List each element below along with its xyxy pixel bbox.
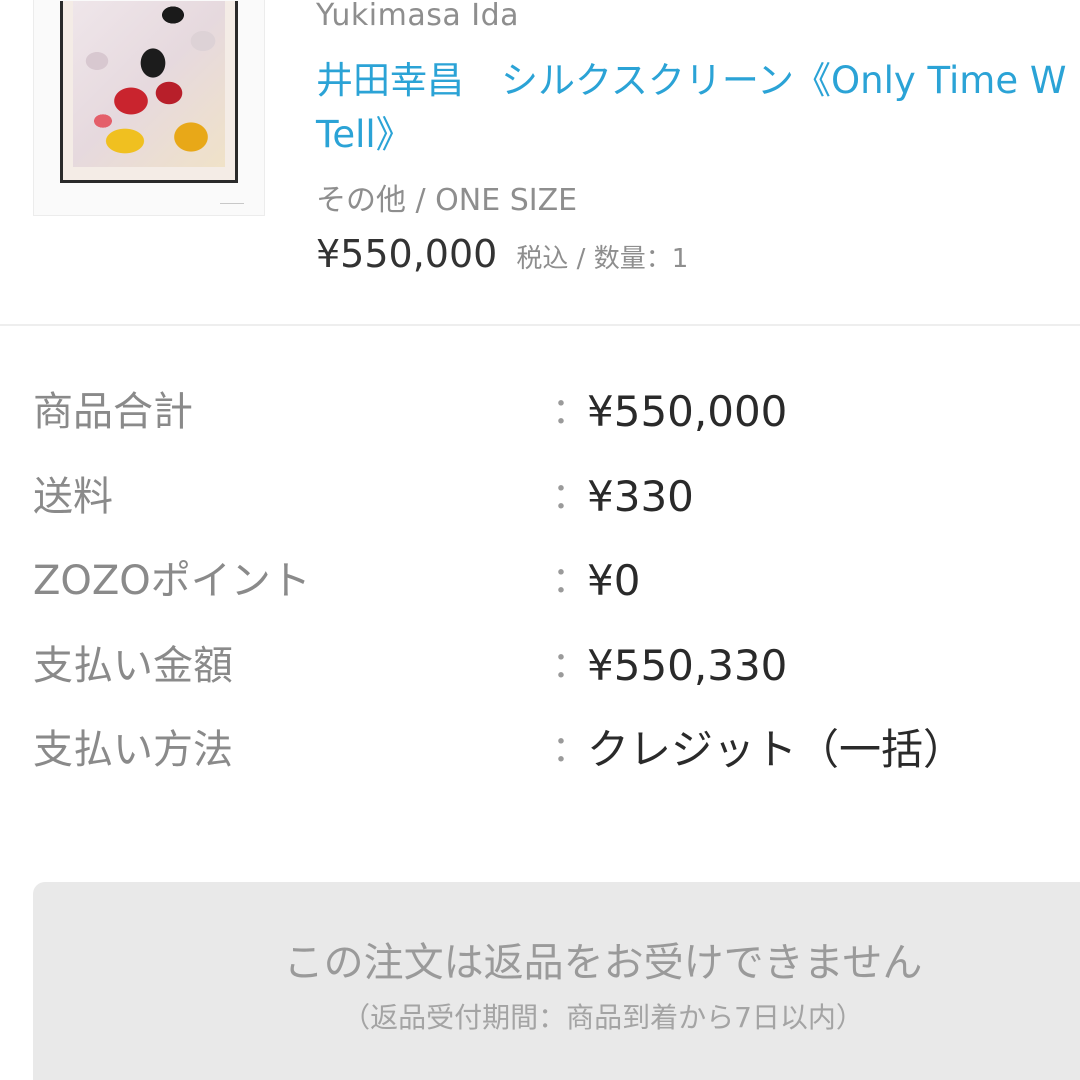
subtotal-label: 商品合計 [33, 389, 193, 435]
payment-method-value: クレジット（一括） [587, 725, 966, 774]
summary-row-points: ZOZOポイント ： ¥0 [0, 551, 1080, 611]
product-title-line2[interactable]: Tell》 [316, 108, 1080, 162]
signature-mark [220, 197, 244, 204]
shipping-label: 送料 [33, 474, 113, 520]
product-thumbnail[interactable] [33, 0, 265, 216]
return-notice-subtitle: （返品受付期間：商品到着から7日以内） [342, 1001, 864, 1034]
total-label: 支払い金額 [33, 643, 233, 689]
subtotal-value: ¥550,000 [587, 387, 788, 436]
section-divider [0, 324, 1080, 326]
product-title-line1[interactable]: 井田幸昌 シルクスクリーン《Only Time W [316, 59, 1066, 102]
product-variant: その他 / ONE SIZE [316, 183, 578, 218]
shipping-value: ¥330 [587, 472, 694, 521]
product-title-link[interactable]: 井田幸昌 シルクスクリーン《Only Time W Tell》 [316, 54, 1080, 162]
artwork-image [73, 1, 225, 167]
return-notice: この注文は返品をお受けできません （返品受付期間：商品到着から7日以内） [33, 882, 1080, 1080]
total-value: ¥550,330 [587, 641, 788, 690]
shipping-separator: ： [552, 476, 589, 517]
product-price: ¥550,000 [316, 232, 498, 276]
points-label: ZOZOポイント [33, 558, 311, 604]
subtotal-separator: ： [552, 391, 589, 432]
order-detail-page: Yukimasa Ida 井田幸昌 シルクスクリーン《Only Time W T… [0, 0, 1080, 1080]
artwork-frame [60, 1, 238, 183]
summary-row-total: 支払い金額 ： ¥550,330 [0, 636, 1080, 696]
summary-row-payment-method: 支払い方法 ： クレジット（一括） [0, 720, 1080, 780]
summary-row-shipping: 送料 ： ¥330 [0, 467, 1080, 527]
points-separator: ： [552, 560, 589, 601]
summary-row-subtotal: 商品合計 ： ¥550,000 [0, 382, 1080, 442]
price-row: ¥550,000 税込 / 数量：1 [316, 232, 688, 276]
brand-name[interactable]: Yukimasa Ida [316, 0, 519, 33]
payment-method-separator: ： [552, 729, 589, 770]
return-notice-title: この注文は返品をお受けできません [283, 940, 923, 986]
total-separator: ： [552, 645, 589, 686]
price-note: 税込 / 数量：1 [516, 244, 689, 274]
points-value: ¥0 [587, 556, 641, 605]
payment-method-label: 支払い方法 [33, 727, 233, 773]
